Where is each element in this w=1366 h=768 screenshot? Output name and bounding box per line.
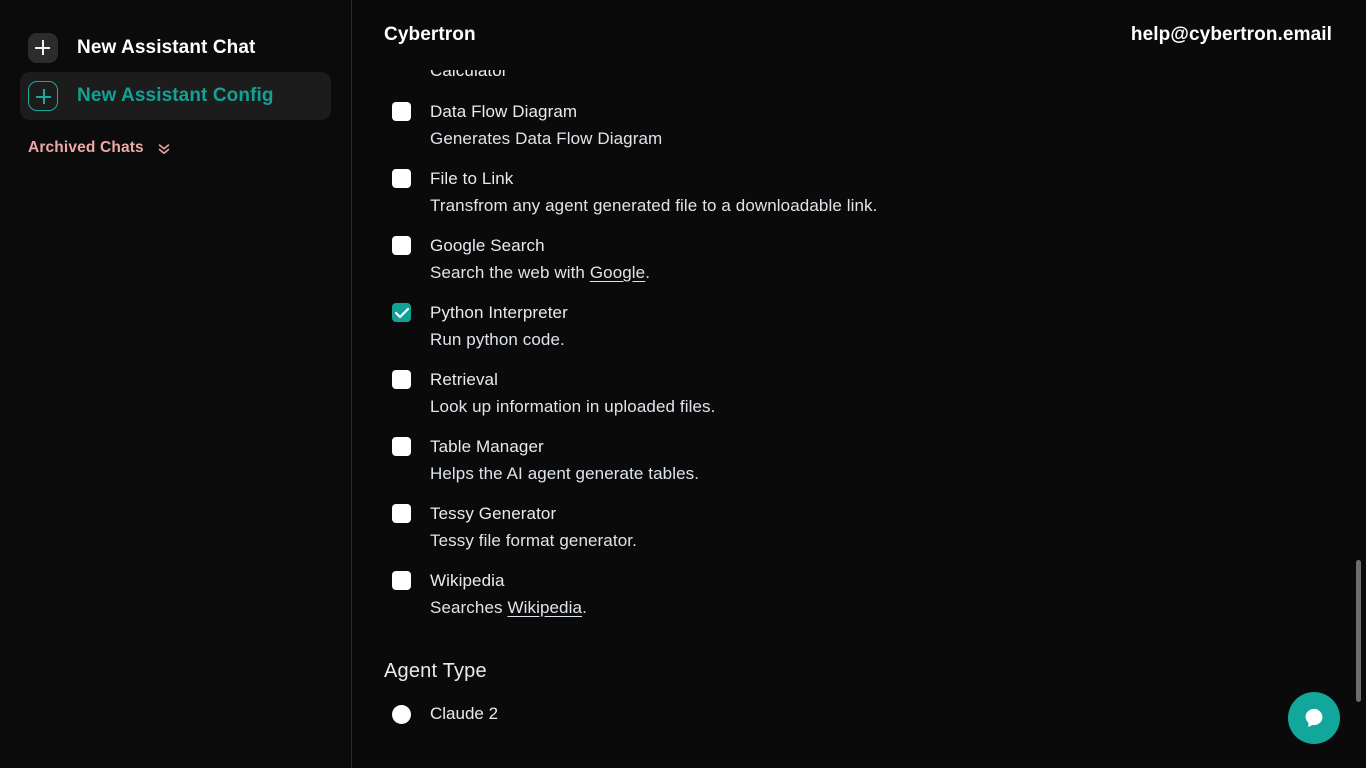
tool-description-suffix: . — [645, 263, 651, 282]
scrollbar-thumb[interactable] — [1356, 560, 1361, 702]
top-bar: Cybertron help@cybertron.email — [352, 0, 1366, 70]
tool-row[interactable]: Python Interpreter Run python code. — [384, 300, 1334, 354]
tool-description: Tessy file format generator. — [430, 531, 637, 550]
chat-bubble-icon — [1303, 707, 1325, 729]
brand-title: Cybertron — [384, 24, 476, 45]
sidebar-item-new-assistant-config[interactable]: New Assistant Config — [20, 72, 331, 120]
tool-name: Python Interpreter — [430, 303, 568, 322]
tool-name: Retrieval — [430, 370, 498, 389]
tool-description: Helps the AI agent generate tables. — [430, 464, 700, 483]
wikipedia-link[interactable]: Wikipedia — [507, 598, 582, 617]
checkbox-data-flow-diagram[interactable] — [392, 102, 411, 121]
tool-description: Searches Wikipedia. — [430, 593, 1334, 622]
tool-row[interactable]: Data Flow Diagram Generates Data Flow Di… — [384, 99, 1334, 153]
tool-description: Look up information in uploaded files. — [430, 397, 716, 416]
tool-row[interactable]: Google Search Search the web with Google… — [384, 233, 1334, 287]
tool-description: Generates Data Flow Diagram — [430, 129, 663, 148]
tool-row[interactable]: Table Manager Helps the AI agent generat… — [384, 434, 1334, 488]
checkbox-google-search[interactable] — [392, 236, 411, 255]
checkbox-table-manager[interactable] — [392, 437, 411, 456]
tool-description-text: Search the web with — [430, 263, 590, 282]
tool-name: Tessy Generator — [430, 504, 557, 523]
sidebar-item-label-new-config: New Assistant Config — [77, 85, 274, 106]
tool-description: Search the web with Google. — [430, 258, 1334, 287]
checkbox-wikipedia[interactable] — [392, 571, 411, 590]
double-chevron-down-icon — [155, 139, 173, 157]
tool-description-text: Searches — [430, 598, 508, 617]
google-link[interactable]: Google — [590, 263, 645, 282]
tool-name: Calculator — [430, 70, 508, 80]
tool-name: Table Manager — [430, 437, 544, 456]
page-title-agent-type: Agent Type — [384, 660, 487, 682]
tool-name: Google Search — [430, 236, 545, 255]
radio-claude-2[interactable] — [392, 705, 411, 724]
tool-description: Transfrom any agent generated file to a … — [430, 196, 878, 215]
archived-chats-toggle[interactable]: Archived Chats — [20, 134, 331, 162]
chat-widget-button[interactable] — [1288, 692, 1340, 744]
main-panel: Cybertron help@cybertron.email Calculato… — [352, 0, 1366, 768]
sidebar-item-label-new-chat: New Assistant Chat — [77, 37, 256, 58]
agent-type-option-claude-2[interactable]: Claude 2 — [384, 701, 1334, 726]
plus-icon — [28, 33, 58, 63]
tool-name: Data Flow Diagram — [430, 102, 578, 121]
tool-row[interactable]: Retrieval Look up information in uploade… — [384, 367, 1334, 421]
support-email[interactable]: help@cybertron.email — [1131, 24, 1332, 46]
checkbox-python-interpreter[interactable] — [392, 303, 411, 322]
agent-type-label: Claude 2 — [430, 704, 499, 723]
checkbox-tessy-generator[interactable] — [392, 504, 411, 523]
checkbox-retrieval[interactable] — [392, 370, 411, 389]
tool-row[interactable]: Calculator — [384, 70, 1334, 86]
config-content: Calculator Data Flow Diagram Generates D… — [352, 70, 1366, 726]
tool-name: File to Link — [430, 169, 514, 188]
tool-row[interactable]: Wikipedia Searches Wikipedia. — [384, 568, 1334, 622]
tool-description: Run python code. — [430, 330, 565, 349]
sidebar: New Assistant Chat New Assistant Config … — [0, 0, 352, 768]
app-root: New Assistant Chat New Assistant Config … — [0, 0, 1366, 768]
config-scroll-area[interactable]: Calculator Data Flow Diagram Generates D… — [352, 70, 1366, 768]
vertical-scrollbar[interactable] — [1355, 0, 1363, 768]
archived-chats-label: Archived Chats — [28, 139, 144, 156]
tool-row[interactable]: File to Link Transfrom any agent generat… — [384, 166, 1334, 220]
tool-description-suffix: . — [582, 598, 587, 617]
tool-row[interactable]: Tessy Generator Tessy file format genera… — [384, 501, 1334, 555]
sidebar-item-new-assistant-chat[interactable]: New Assistant Chat — [20, 24, 331, 72]
tool-name: Wikipedia — [430, 571, 505, 590]
plus-icon — [28, 81, 58, 111]
checkbox-file-to-link[interactable] — [392, 169, 411, 188]
